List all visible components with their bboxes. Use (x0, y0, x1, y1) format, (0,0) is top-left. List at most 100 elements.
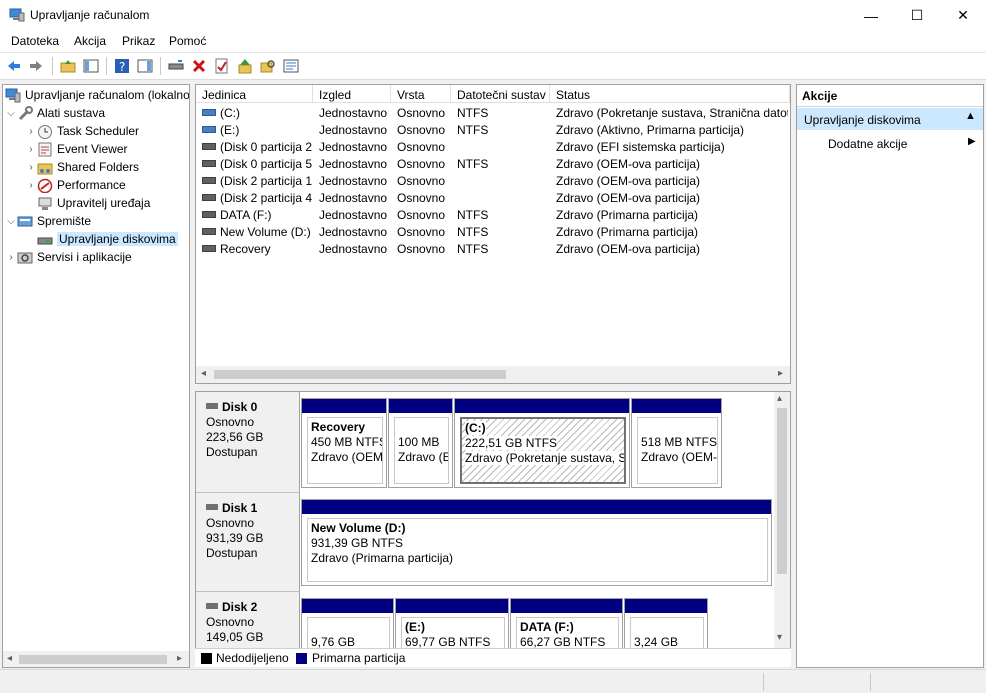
scrollbar-thumb[interactable] (19, 655, 167, 664)
volume-cell-status: Zdravo (EFI sistemska particija) (556, 140, 725, 154)
partition-size: 450 MB NTFS (311, 435, 383, 449)
volume-cell-status: Zdravo (OEM-ova particija) (556, 191, 701, 205)
tree-item-task-scheduler[interactable]: › Task Scheduler (5, 122, 189, 140)
column-header-type[interactable]: Vrsta (391, 85, 451, 103)
delete-icon[interactable] (191, 58, 207, 74)
tree-item-performance[interactable]: › Performance (5, 176, 189, 194)
chevron-right-icon[interactable]: › (25, 180, 37, 191)
scroll-left-icon[interactable]: ◂ (7, 653, 12, 664)
volume-cell-status: Zdravo (OEM-ova particija) (556, 174, 701, 188)
column-header-layout[interactable]: Izgled (313, 85, 391, 103)
volume-cell-status: Zdravo (Primarna particija) (556, 208, 699, 222)
tree-item-system-tools[interactable]: ⌵ Alati sustava (5, 104, 189, 122)
chevron-down-icon[interactable]: ⌵ (5, 108, 17, 119)
volume-cell-file-system: NTFS (457, 106, 489, 120)
partition-efi[interactable]: 100 MB Zdravo (E (388, 398, 453, 488)
disk-type: Osnovno (206, 615, 255, 629)
minimize-button[interactable]: — (848, 0, 894, 31)
collapse-up-icon[interactable]: ▲ (965, 110, 976, 122)
scrollbar-thumb[interactable] (214, 370, 506, 379)
menu-view[interactable]: Prikaz (122, 34, 155, 48)
connect-disk-icon[interactable] (168, 58, 184, 74)
volume-list-row[interactable]: (Disk 2 particija 4) Jednostavno Osnovno Zd… (196, 189, 790, 206)
scroll-up-icon[interactable]: ▴ (777, 393, 782, 404)
disk-view-vertical-scrollbar[interactable]: ▴ ▾ (774, 392, 790, 648)
volume-list-row[interactable]: Recovery Jednostavno Osnovno NTFS Zdravo (OE… (196, 240, 790, 257)
close-button[interactable]: ✕ (940, 0, 986, 31)
volume-list-horizontal-scrollbar[interactable]: ◂ ▸ (196, 366, 790, 383)
column-header-volume[interactable]: Jedinica (196, 85, 313, 103)
volume-list-row[interactable]: (Disk 0 particija 5) Jednostavno Osnovno NT… (196, 155, 790, 172)
disk-size: 223,56 GB (206, 430, 264, 444)
volume-list-row[interactable]: (C:) Jednostavno Osnovno NTFS Zdravo (Pokret… (196, 104, 790, 121)
tree-horizontal-scrollbar[interactable]: ◂ ▸ (3, 651, 189, 667)
disk-label-0[interactable]: Disk 0 Osnovno 223,56 GB Dostupan (196, 392, 300, 493)
check-properties-icon[interactable] (214, 58, 230, 74)
actions-group-disk-management[interactable]: Upravljanje diskovima ▲ (797, 108, 983, 130)
volume-list-row[interactable]: (Disk 2 particija 1) Jednostavno Osnovno Zd… (196, 172, 790, 189)
tree-item-shared-folders[interactable]: › Shared Folders (5, 158, 189, 176)
scroll-right-icon[interactable]: ▸ (177, 653, 182, 664)
maximize-button[interactable]: ☐ (894, 0, 940, 31)
tree-item-root[interactable]: Upravljanje računalom (lokalno) (5, 86, 189, 104)
chevron-right-icon[interactable]: › (5, 252, 17, 263)
scroll-right-icon[interactable]: ▸ (778, 368, 783, 379)
volume-icon (202, 194, 216, 201)
disk-row-0[interactable]: Disk 0 Osnovno 223,56 GB Dostupan Recove… (196, 392, 776, 493)
up-green-arrow-icon[interactable] (237, 58, 253, 74)
back-arrow-icon[interactable] (6, 58, 22, 74)
search-folder-icon[interactable] (260, 58, 276, 74)
tree-label-task-scheduler: Task Scheduler (57, 124, 140, 138)
disk-icon (206, 504, 218, 510)
more-actions-item[interactable]: Dodatne akcije ▶ (797, 133, 983, 155)
partition-name: New Volume (D:) (311, 521, 406, 535)
tree-item-storage[interactable]: ⌵ Spremište (5, 212, 189, 230)
volume-cell-file-system: NTFS (457, 242, 489, 256)
show-hide-action-pane-icon[interactable] (137, 58, 153, 74)
partition-oem[interactable]: 518 MB NTFS Zdravo (OEM- (631, 398, 722, 488)
toolbar: ? (0, 53, 986, 80)
volume-cell-type: Osnovno (397, 106, 446, 120)
volume-cell-status: Zdravo (Primarna particija) (556, 225, 699, 239)
volume-cell-type: Osnovno (397, 140, 446, 154)
status-bar (0, 669, 986, 693)
partition-recovery[interactable]: Recovery 450 MB NTFS Zdravo (OEM (301, 398, 387, 488)
volume-list-row[interactable]: New Volume (D:) Jednostavno Osnovno NTFS Zdr… (196, 223, 790, 240)
volume-list-row[interactable]: (Disk 0 particija 2) Jednostavno Osnovno Zd… (196, 138, 790, 155)
chevron-right-icon[interactable]: › (25, 126, 37, 137)
volume-list-row[interactable]: (E:) Jednostavno Osnovno NTFS Zdravo (Aktivn… (196, 121, 790, 138)
up-folder-icon[interactable] (60, 58, 76, 74)
forward-arrow-icon[interactable] (28, 58, 44, 74)
partition-bar (455, 399, 629, 413)
scroll-down-icon[interactable]: ▾ (777, 632, 782, 643)
menu-action[interactable]: Akcija (74, 34, 106, 48)
scroll-left-icon[interactable]: ◂ (201, 368, 206, 379)
help-icon[interactable]: ? (114, 58, 130, 74)
partition-size: 100 MB (398, 435, 440, 449)
column-header-file-system[interactable]: Datotečni sustav (451, 85, 550, 103)
chevron-down-icon[interactable]: ⌵ (5, 216, 17, 227)
chevron-right-icon[interactable]: › (25, 162, 37, 173)
scrollbar-thumb[interactable] (777, 408, 787, 574)
tree-item-services[interactable]: › Servisi i aplikacije (5, 248, 189, 266)
volume-cell-name: (Disk 0 particija 2) (202, 140, 312, 154)
performance-icon (37, 178, 53, 193)
show-hide-tree-icon[interactable] (83, 58, 99, 74)
properties-list-icon[interactable] (283, 58, 299, 74)
volume-name: DATA (F:) (220, 208, 272, 222)
menu-help[interactable]: Pomoć (169, 34, 206, 48)
volume-list-row[interactable]: DATA (F:) Jednostavno Osnovno NTFS Zdravo (P… (196, 206, 790, 223)
disk-row-1[interactable]: Disk 1 Osnovno 931,39 GB Dostupan New Vo… (196, 493, 776, 592)
menu-file[interactable]: Datoteka (11, 34, 59, 48)
volume-name: (Disk 0 particija 5) (220, 157, 312, 171)
chevron-right-icon[interactable]: › (25, 144, 37, 155)
column-header-status[interactable]: Status (550, 85, 790, 103)
disk-label-1[interactable]: Disk 1 Osnovno 931,39 GB Dostupan (196, 493, 300, 592)
partition-d[interactable]: New Volume (D:) 931,39 GB NTFS Zdravo (P… (301, 499, 772, 586)
tree-item-event-viewer[interactable]: › Event Viewer (5, 140, 189, 158)
partition-c[interactable]: (C:) 222,51 GB NTFS Zdravo (Pokretanje s… (454, 398, 630, 488)
tree-item-disk-management[interactable]: Upravljanje diskovima (5, 230, 189, 248)
tree-label-performance: Performance (57, 178, 126, 192)
disk-size: 149,05 GB (206, 630, 264, 644)
tree-item-device-manager[interactable]: Upravitelj uređaja (5, 194, 189, 212)
